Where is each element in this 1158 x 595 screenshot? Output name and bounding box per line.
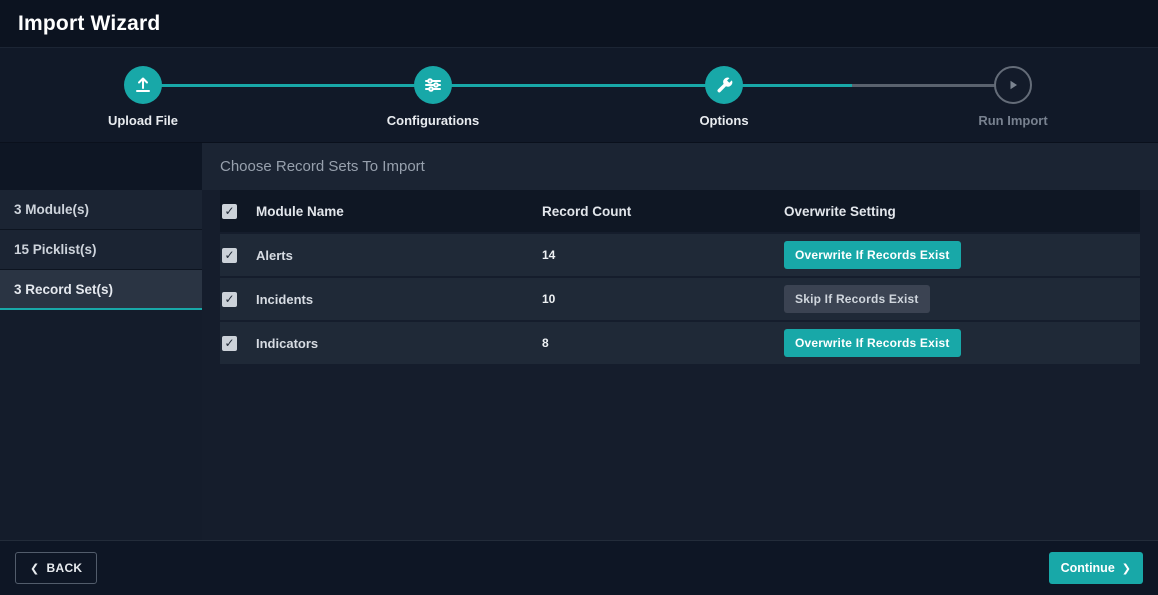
record-count: 8 bbox=[542, 336, 784, 350]
column-header-overwrite-setting: Overwrite Setting bbox=[784, 204, 1140, 219]
step-label: Run Import bbox=[978, 113, 1047, 128]
back-button[interactable]: ❮ BACK bbox=[15, 552, 97, 584]
record-sets-table: Module Name Record Count Overwrite Setti… bbox=[202, 190, 1158, 364]
chevron-left-icon: ❮ bbox=[30, 562, 40, 575]
table-row: Indicators 8 Overwrite If Records Exist bbox=[220, 322, 1140, 364]
row-checkbox[interactable] bbox=[222, 248, 237, 263]
sidebar-item-label: 3 Record Set(s) bbox=[14, 282, 113, 297]
import-wizard-window: Import Wizard Upload File Configurati bbox=[0, 0, 1158, 595]
wizard-footer: ❮ BACK Continue ❯ bbox=[0, 540, 1158, 595]
stepper-progress-line bbox=[150, 84, 1006, 87]
page-title: Import Wizard bbox=[18, 12, 160, 36]
table-row: Alerts 14 Overwrite If Records Exist bbox=[220, 234, 1140, 276]
step-configurations[interactable]: Configurations bbox=[353, 66, 513, 128]
sidebar-item-label: 15 Picklist(s) bbox=[14, 242, 97, 257]
row-checkbox[interactable] bbox=[222, 292, 237, 307]
row-checkbox[interactable] bbox=[222, 336, 237, 351]
step-label: Upload File bbox=[108, 113, 178, 128]
top-bar: Import Wizard bbox=[0, 0, 1158, 48]
overwrite-setting-button[interactable]: Skip If Records Exist bbox=[784, 285, 930, 313]
upload-icon bbox=[124, 66, 162, 104]
sliders-icon bbox=[414, 66, 452, 104]
table-header-row: Module Name Record Count Overwrite Setti… bbox=[220, 190, 1140, 232]
overwrite-setting-button[interactable]: Overwrite If Records Exist bbox=[784, 329, 961, 357]
sidebar: 3 Module(s) 15 Picklist(s) 3 Record Set(… bbox=[0, 143, 202, 540]
wizard-stepper: Upload File Configurations Options bbox=[0, 48, 1158, 143]
sidebar-item-modules[interactable]: 3 Module(s) bbox=[0, 190, 202, 230]
column-header-record-count: Record Count bbox=[542, 204, 784, 219]
record-count: 10 bbox=[542, 292, 784, 306]
sidebar-spacer bbox=[0, 143, 202, 190]
table-row: Incidents 10 Skip If Records Exist bbox=[220, 278, 1140, 320]
record-count: 14 bbox=[542, 248, 784, 262]
step-options[interactable]: Options bbox=[644, 66, 804, 128]
chevron-right-icon: ❯ bbox=[1122, 562, 1131, 575]
step-label: Options bbox=[699, 113, 748, 128]
module-name: Alerts bbox=[256, 248, 542, 263]
main-panel: Choose Record Sets To Import Module Name… bbox=[202, 143, 1158, 540]
continue-button-label: Continue bbox=[1061, 561, 1115, 575]
sidebar-item-picklists[interactable]: 15 Picklist(s) bbox=[0, 230, 202, 270]
select-all-checkbox[interactable] bbox=[222, 204, 237, 219]
sidebar-item-record-sets[interactable]: 3 Record Set(s) bbox=[0, 270, 202, 310]
section-title: Choose Record Sets To Import bbox=[202, 143, 1158, 190]
module-name: Indicators bbox=[256, 336, 542, 351]
step-upload-file[interactable]: Upload File bbox=[63, 66, 223, 128]
wrench-icon bbox=[705, 66, 743, 104]
column-header-module-name: Module Name bbox=[256, 204, 542, 219]
sidebar-item-label: 3 Module(s) bbox=[14, 202, 89, 217]
step-label: Configurations bbox=[387, 113, 479, 128]
overwrite-setting-button[interactable]: Overwrite If Records Exist bbox=[784, 241, 961, 269]
step-run-import: Run Import bbox=[933, 66, 1093, 128]
module-name: Incidents bbox=[256, 292, 542, 307]
continue-button[interactable]: Continue ❯ bbox=[1049, 552, 1143, 584]
play-icon bbox=[994, 66, 1032, 104]
back-button-label: BACK bbox=[47, 561, 83, 575]
